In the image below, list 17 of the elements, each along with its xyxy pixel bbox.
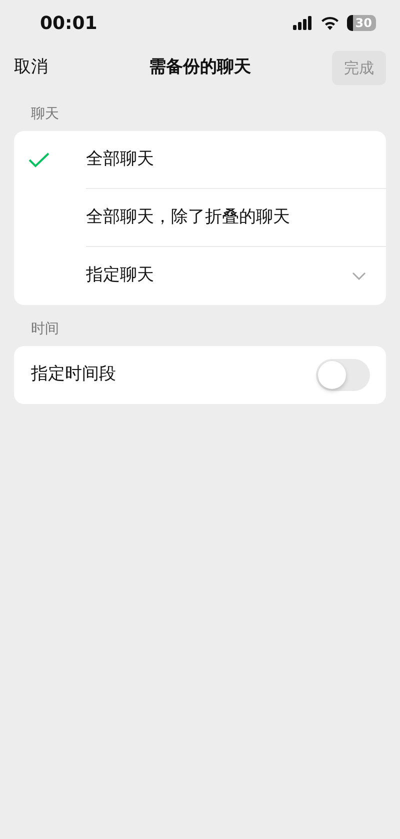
option-row[interactable]: 全部聊天，除了折叠的聊天 xyxy=(14,189,386,247)
section-header: 时间 xyxy=(31,321,59,337)
option-label: 指定聊天 xyxy=(86,264,155,288)
option-row[interactable]: 指定聊天 xyxy=(14,247,386,305)
wifi-icon xyxy=(321,16,340,30)
section-header: 聊天 xyxy=(31,106,59,122)
option-row[interactable]: 全部聊天 xyxy=(14,131,386,189)
setting-label: 指定时间段 xyxy=(31,363,116,386)
signal-icon xyxy=(293,16,314,30)
status-time: 00:01 xyxy=(40,12,98,36)
option-label: 全部聊天，除了折叠的聊天 xyxy=(86,206,291,229)
battery-icon: 30 xyxy=(347,15,376,31)
toggle-switch[interactable] xyxy=(316,359,370,391)
chevron-icon[interactable] xyxy=(352,272,366,280)
option-label: 全部聊天 xyxy=(86,148,155,171)
cancel-button[interactable]: 取消 xyxy=(14,55,48,81)
page-title: 需备份的聊天 xyxy=(149,56,251,80)
